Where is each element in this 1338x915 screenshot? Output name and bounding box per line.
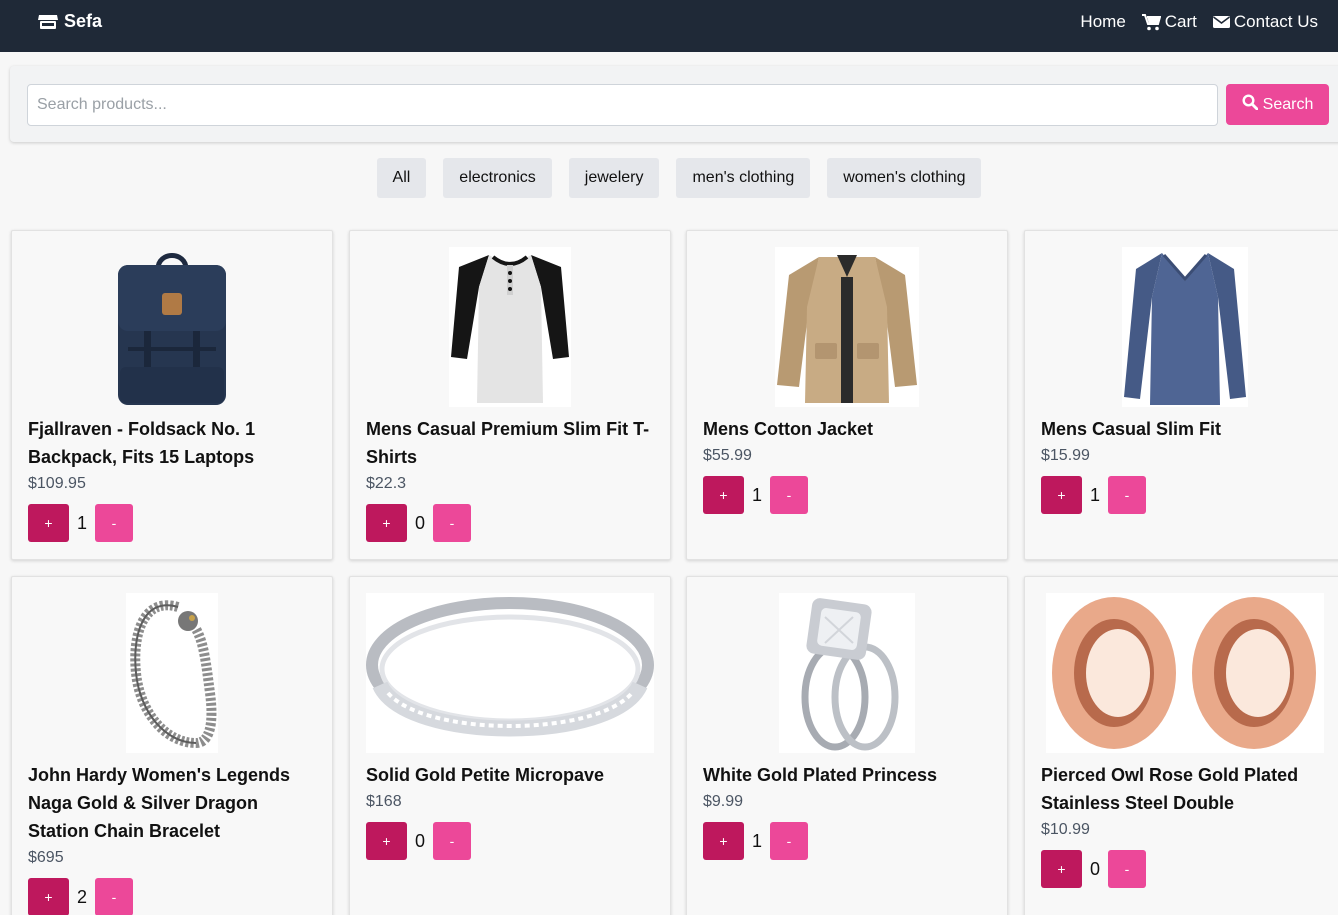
cart-icon: [1141, 13, 1161, 31]
decrement-button[interactable]: -: [770, 822, 808, 860]
brand[interactable]: Sefa: [38, 11, 102, 32]
product-price: $695: [28, 849, 64, 866]
jacket-image[interactable]: [703, 247, 991, 407]
nav-cart-label: Cart: [1164, 12, 1197, 31]
increment-button[interactable]: +: [366, 822, 407, 860]
quantity-value: 1: [1089, 484, 1100, 505]
product-price: $9.99: [703, 793, 744, 810]
filter-mens-clothing[interactable]: men's clothing: [676, 158, 811, 198]
decrement-button[interactable]: -: [95, 878, 133, 915]
product-title[interactable]: Mens Casual Slim Fit: [1041, 415, 1331, 443]
product-card: Mens Casual Slim Fit $15.99 + 1 -: [1024, 230, 1338, 560]
product-title[interactable]: John Hardy Women's Legends Naga Gold & S…: [28, 761, 318, 845]
increment-button[interactable]: +: [366, 504, 407, 542]
search-button-label: Search: [1262, 95, 1314, 113]
quantity-value: 2: [76, 886, 87, 907]
decrement-button[interactable]: -: [433, 504, 471, 542]
product-card: White Gold Plated Princess $9.99 + 1 -: [686, 576, 1008, 915]
search-input[interactable]: [27, 84, 1218, 126]
quantity-stepper: + 1 -: [28, 504, 133, 542]
quantity-value: 1: [76, 512, 87, 533]
micropave-ring-image[interactable]: [366, 593, 654, 753]
increment-button[interactable]: +: [1041, 476, 1082, 514]
filter-womens-clothing[interactable]: women's clothing: [827, 158, 982, 198]
filter-all[interactable]: All: [376, 158, 427, 198]
filter-jewelery[interactable]: jewelery: [568, 158, 660, 198]
tshirt-image[interactable]: [366, 247, 654, 407]
quantity-stepper: + 1 -: [703, 822, 808, 860]
product-card: Fjallraven - Foldsack No. 1 Backpack, Fi…: [11, 230, 333, 560]
product-title[interactable]: Mens Cotton Jacket: [703, 415, 993, 443]
decrement-button[interactable]: -: [770, 476, 808, 514]
decrement-button[interactable]: -: [433, 822, 471, 860]
search-button[interactable]: Search: [1226, 84, 1329, 125]
increment-button[interactable]: +: [28, 878, 69, 915]
filter-electronics[interactable]: electronics: [443, 158, 552, 198]
quantity-stepper: + 0 -: [1041, 850, 1146, 888]
decrement-button[interactable]: -: [95, 504, 133, 542]
increment-button[interactable]: +: [703, 822, 744, 860]
tunnels-image[interactable]: [1041, 593, 1329, 753]
nav-cart[interactable]: Cart: [1141, 12, 1197, 32]
product-price: $55.99: [703, 447, 752, 464]
quantity-stepper: + 0 -: [366, 822, 471, 860]
product-card: Pierced Owl Rose Gold Plated Stainless S…: [1024, 576, 1338, 915]
envelope-icon: [1212, 15, 1230, 29]
quantity-value: 1: [751, 484, 762, 505]
nav-links: Home Cart Contact Us: [1080, 12, 1318, 32]
nav-contact-label: Contact Us: [1233, 12, 1318, 31]
store-icon: [38, 14, 58, 30]
decrement-button[interactable]: -: [1108, 850, 1146, 888]
product-title[interactable]: Solid Gold Petite Micropave: [366, 761, 656, 789]
quantity-stepper: + 1 -: [703, 476, 808, 514]
decrement-button[interactable]: -: [1108, 476, 1146, 514]
quantity-stepper: + 0 -: [366, 504, 471, 542]
backpack-image[interactable]: [28, 247, 316, 407]
product-price: $10.99: [1041, 821, 1090, 838]
product-price: $109.95: [28, 475, 86, 492]
increment-button[interactable]: +: [703, 476, 744, 514]
product-title[interactable]: White Gold Plated Princess: [703, 761, 993, 789]
brand-name: Sefa: [64, 11, 103, 31]
search-icon: [1242, 94, 1259, 115]
nav-home-label: Home: [1080, 12, 1126, 31]
product-card: John Hardy Women's Legends Naga Gold & S…: [11, 576, 333, 915]
product-card: Mens Cotton Jacket $55.99 + 1 -: [686, 230, 1008, 560]
nav-contact[interactable]: Contact Us: [1212, 12, 1318, 32]
quantity-value: 0: [414, 830, 425, 851]
product-title[interactable]: Fjallraven - Foldsack No. 1 Backpack, Fi…: [28, 415, 318, 471]
increment-button[interactable]: +: [1041, 850, 1082, 888]
bracelet-image[interactable]: [28, 593, 316, 753]
princess-ring-image[interactable]: [703, 593, 991, 753]
product-card: Solid Gold Petite Micropave $168 + 0 -: [349, 576, 671, 915]
quantity-stepper: + 2 -: [28, 878, 133, 915]
product-price: $168: [366, 793, 402, 810]
nav-home[interactable]: Home: [1080, 12, 1125, 32]
quantity-value: 1: [751, 830, 762, 851]
long-sleeve-shirt-image[interactable]: [1041, 247, 1329, 407]
category-filters: All electronics jewelery men's clothing …: [0, 158, 1338, 198]
product-title[interactable]: Mens Casual Premium Slim Fit T-Shirts: [366, 415, 656, 471]
navbar: Sefa Home Cart Contact Us: [0, 0, 1338, 52]
search-panel: Search: [10, 66, 1338, 142]
product-title[interactable]: Pierced Owl Rose Gold Plated Stainless S…: [1041, 761, 1331, 817]
quantity-value: 0: [414, 512, 425, 533]
quantity-value: 0: [1089, 858, 1100, 879]
product-card: Mens Casual Premium Slim Fit T-Shirts $2…: [349, 230, 671, 560]
increment-button[interactable]: +: [28, 504, 69, 542]
quantity-stepper: + 1 -: [1041, 476, 1146, 514]
product-price: $22.3: [366, 475, 407, 492]
product-price: $15.99: [1041, 447, 1090, 464]
